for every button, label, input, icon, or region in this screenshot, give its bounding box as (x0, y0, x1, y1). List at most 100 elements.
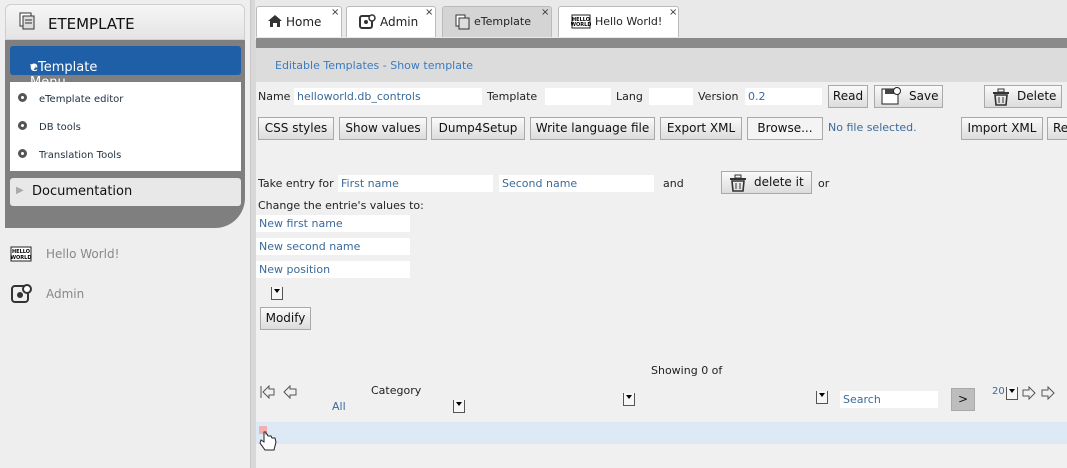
menu-item-db-tools[interactable]: DB tools (10, 114, 241, 140)
write-language-file-button[interactable]: Write language file (530, 117, 655, 140)
admin-icon (11, 284, 32, 303)
dump4setup-button[interactable]: Dump4Setup (431, 117, 525, 140)
name-input[interactable]: helloworld.db_controls (294, 88, 482, 105)
etemplate-icon (19, 12, 35, 30)
filter-select[interactable] (623, 393, 635, 406)
documentation-label: Documentation (32, 184, 133, 199)
documentation-header[interactable]: ▶ Documentation (10, 178, 241, 206)
menu-item-label: DB tools (39, 122, 81, 133)
category-label: Category (371, 384, 422, 397)
sidebar-app-hello-world[interactable]: HELLO WORLD Hello World! (10, 243, 230, 267)
file-status: No file selected. (828, 121, 917, 134)
menu-list: eTemplate editor DB tools Translation To… (10, 82, 241, 171)
show-values-button[interactable]: Show values (339, 117, 427, 140)
name-label: Name (258, 90, 291, 103)
trash-icon (730, 174, 746, 192)
category-value: All (332, 400, 346, 413)
app-label: Hello World! (46, 247, 120, 261)
hello-world-icon: HELLOWORLD (10, 246, 32, 262)
sidebar-header: ETEMPLATE (5, 4, 245, 40)
new-position-input[interactable]: New position (256, 261, 410, 278)
search-go-button[interactable]: > (951, 388, 975, 411)
tab-label: eTemplate (474, 15, 531, 28)
bullet-icon (18, 149, 27, 158)
svg-text:WORLD: WORLD (11, 255, 32, 261)
bullet-icon (18, 93, 27, 102)
menu-item-etemplate-editor[interactable]: eTemplate editor (10, 86, 241, 112)
home-icon (268, 15, 282, 27)
change-values-label: Change the entrie's values to: (258, 199, 424, 212)
modify-button[interactable]: Modify (260, 307, 311, 330)
expand-arrow-icon: ▶ (16, 185, 24, 196)
tab-label: Home (286, 15, 322, 29)
lang-label: Lang (616, 90, 643, 103)
browse-button[interactable]: Browse... (747, 117, 823, 140)
save-icon (881, 87, 901, 105)
position-select[interactable] (271, 287, 283, 300)
version-input[interactable]: 0.2 (745, 88, 822, 105)
next-page-icon[interactable] (1022, 386, 1036, 400)
sidebar-title: ETEMPLATE (48, 15, 135, 33)
save-label: Save (909, 89, 939, 103)
hello-world-icon: HELLOWORLD (571, 14, 591, 29)
tab-label: Admin (380, 15, 419, 29)
first-name-input[interactable]: First name (338, 175, 493, 192)
read-button[interactable]: Read (828, 85, 868, 108)
hand-cursor-icon (259, 426, 277, 451)
tab-home[interactable]: Home × (256, 6, 342, 37)
template-input[interactable] (545, 88, 611, 105)
tab-etemplate[interactable]: eTemplate × (442, 6, 552, 37)
import-xml-button[interactable]: Import XML (961, 117, 1043, 140)
tab-label: Hello World! (595, 15, 663, 28)
breadcrumb: Editable Templates - Show template (256, 48, 1067, 82)
new-first-name-input[interactable]: New first name (256, 215, 410, 232)
tab-bar: Home × Admin × eTemplate × HELLO WORLD He… (255, 0, 1067, 40)
export-xml-button[interactable]: Export XML (660, 117, 742, 140)
page-size-select[interactable] (1006, 387, 1018, 400)
menu-item-label: eTemplate editor (39, 94, 124, 105)
delete-it-label: delete it (754, 175, 804, 189)
save-button[interactable]: Save (874, 85, 943, 108)
showing-count: Showing 0 of (651, 364, 723, 377)
nm-next-last (1022, 386, 1055, 400)
app-header-strip (256, 38, 1067, 48)
take-entry-label: Take entry for (258, 177, 334, 190)
app-label: Admin (46, 287, 85, 301)
prev-page-icon[interactable] (283, 385, 297, 399)
first-page-icon[interactable] (260, 385, 275, 399)
grid-empty-row (256, 422, 1067, 444)
re-button[interactable]: Re (1047, 117, 1067, 140)
or-label: or (818, 177, 830, 190)
second-name-input[interactable]: Second name (499, 175, 654, 192)
delete-it-button[interactable]: delete it (721, 171, 812, 194)
etemplate-menu-header[interactable]: ▾ eTemplate Menu (10, 46, 241, 90)
menu-item-translation-tools[interactable]: Translation Tools (10, 142, 241, 168)
delete-button[interactable]: Delete (984, 85, 1062, 108)
category-select[interactable] (453, 400, 465, 413)
admin-icon (359, 14, 376, 29)
and-label: and (663, 177, 684, 190)
search-input[interactable]: Search (840, 391, 938, 408)
close-icon[interactable]: × (331, 7, 339, 18)
page-size-value: 20 (992, 386, 1005, 397)
breadcrumb-text: Editable Templates - Show template (275, 59, 474, 72)
delete-label: Delete (1017, 89, 1057, 103)
svg-text:WORLD: WORLD (571, 22, 591, 28)
close-icon[interactable]: × (425, 7, 433, 18)
menu-item-label: Translation Tools (39, 150, 122, 161)
close-icon[interactable]: × (669, 7, 677, 18)
sidebar-app-admin[interactable]: Admin (10, 283, 230, 307)
trash-icon (993, 88, 1009, 106)
lang-input[interactable] (649, 88, 693, 105)
tab-hello-world[interactable]: HELLO WORLD Hello World! × (558, 6, 679, 37)
tab-admin[interactable]: Admin × (346, 6, 436, 37)
filter2-select[interactable] (816, 391, 828, 404)
new-second-name-input[interactable]: New second name (256, 238, 410, 255)
version-label: Version (698, 90, 739, 103)
etemplate-icon (455, 14, 470, 30)
last-page-icon[interactable] (1041, 386, 1055, 400)
css-styles-button[interactable]: CSS styles (258, 117, 334, 140)
close-icon[interactable]: × (541, 7, 549, 18)
template-label: Template (487, 90, 538, 103)
nm-first-prev (260, 385, 297, 399)
